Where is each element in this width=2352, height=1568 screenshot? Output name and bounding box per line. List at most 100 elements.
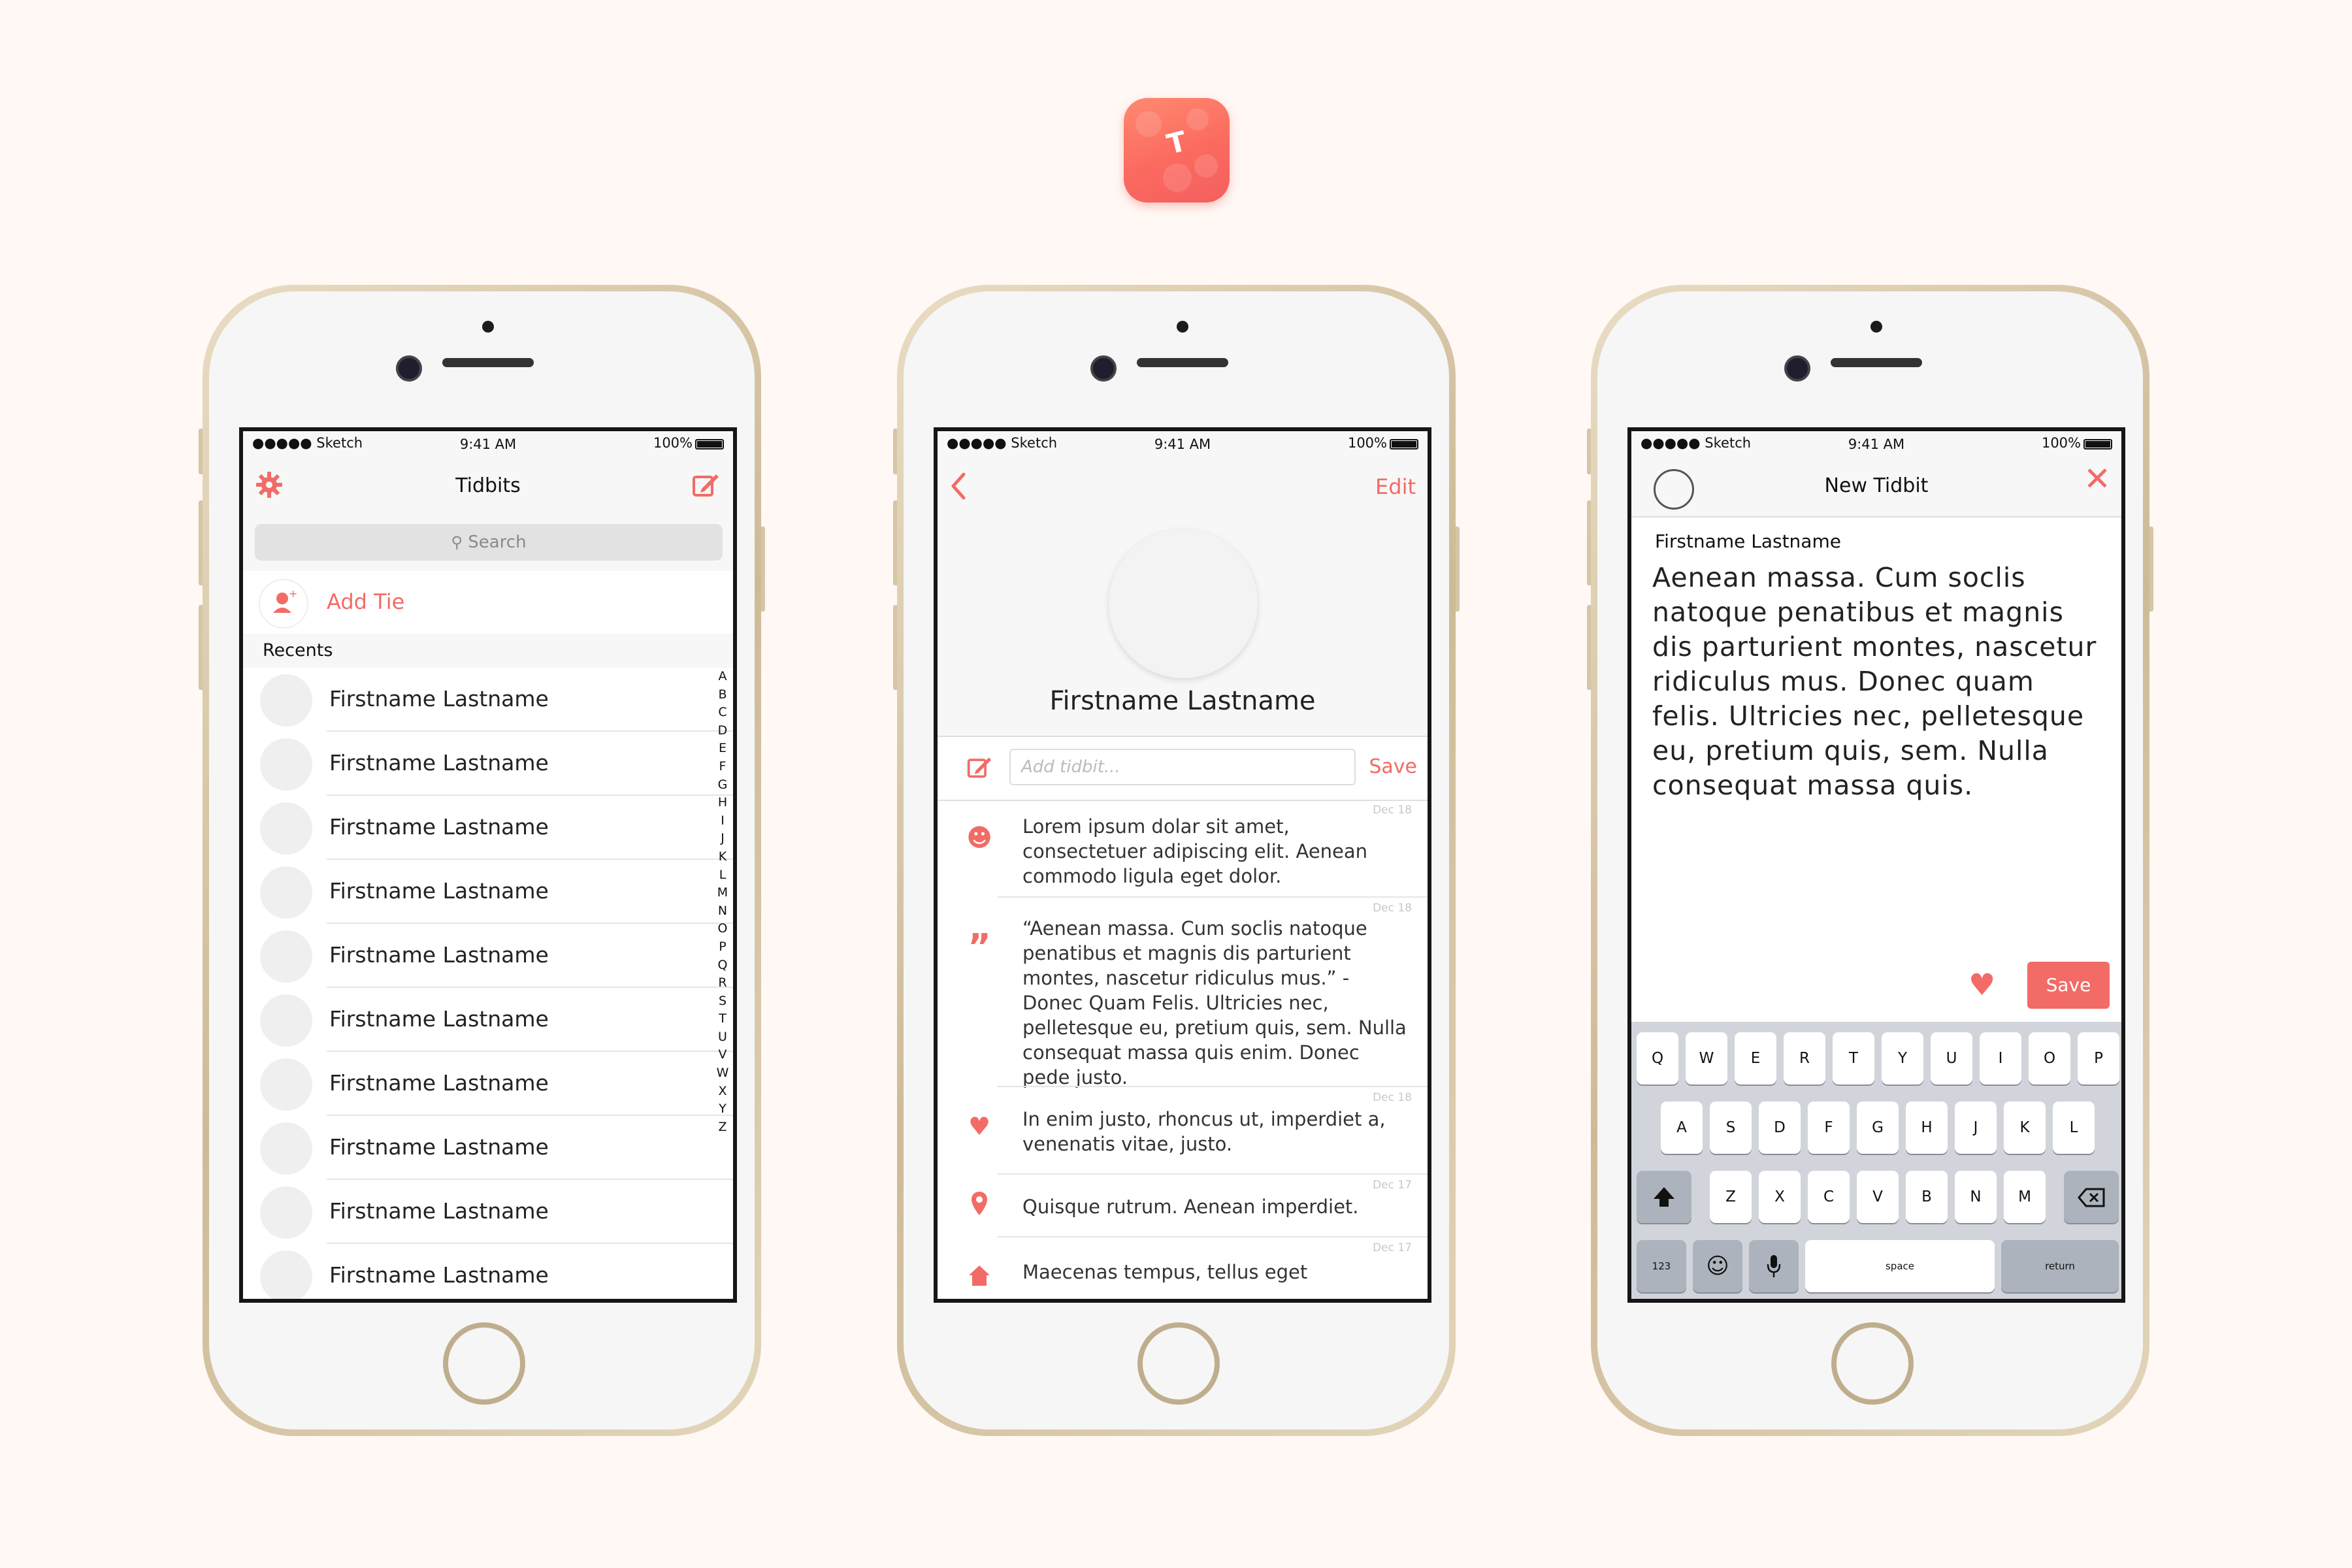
contact-row[interactable]: Firstname Lastname <box>243 860 733 924</box>
key[interactable]: J <box>1955 1102 1997 1154</box>
alphabet-letter[interactable]: C <box>716 704 729 722</box>
alphabet-letter[interactable]: V <box>716 1046 729 1064</box>
compose-icon[interactable] <box>691 470 720 499</box>
key[interactable]: H <box>1906 1102 1948 1154</box>
contact-row[interactable]: Firstname Lastname <box>243 732 733 796</box>
key[interactable]: V <box>1857 1171 1899 1223</box>
alphabet-letter[interactable]: N <box>716 902 729 921</box>
phone-face: ●●●●● Sketch 9:41 AM 100% Tidbits ⚲ Sear… <box>209 291 755 1429</box>
chevron-left-icon[interactable] <box>947 470 970 502</box>
alphabet-letter[interactable]: H <box>716 794 729 812</box>
contact-name: Firstname Lastname <box>329 686 549 711</box>
tidbit-text: “Aenean massa. Cum soclis natoque penati… <box>1022 917 1407 1088</box>
emoji-key[interactable]: ☺ <box>1693 1240 1742 1292</box>
key[interactable]: M <box>2004 1171 2046 1223</box>
home-button[interactable] <box>1831 1322 1914 1405</box>
alphabet-letter[interactable]: K <box>716 848 729 866</box>
alphabet-letter[interactable]: A <box>716 668 729 686</box>
contact-name: Firstname Lastname <box>329 1070 549 1096</box>
home-button[interactable] <box>1137 1322 1220 1405</box>
key[interactable]: I <box>1980 1032 2021 1085</box>
alphabet-letter[interactable]: Y <box>716 1100 729 1119</box>
alphabet-letter[interactable]: R <box>716 974 729 992</box>
alphabet-letter[interactable]: D <box>716 722 729 740</box>
tidbit-item[interactable]: ☻ Dec 18 Lorem ipsum dolar sit amet, con… <box>938 800 1428 898</box>
edit-button[interactable]: Edit <box>1375 474 1416 499</box>
add-tie-row[interactable]: + Add Tie <box>243 571 733 634</box>
earpiece-speaker <box>1137 358 1228 367</box>
alphabet-letter[interactable]: J <box>716 830 729 848</box>
alphabet-index[interactable]: ABCDEFGHIJKLMNOPQRSTUVWXYZ <box>716 668 729 1136</box>
key[interactable]: G <box>1857 1102 1899 1154</box>
tidbit-item[interactable]: ” Dec 18 “Aenean massa. Cum soclis natoq… <box>938 898 1428 1088</box>
alphabet-letter[interactable]: M <box>716 884 729 902</box>
key[interactable]: W <box>1686 1032 1727 1085</box>
tidbit-item[interactable]: Dec 17 Quisque rutrum. Aenean imperdiet. <box>938 1175 1428 1237</box>
contact-row[interactable]: Firstname Lastname <box>243 796 733 860</box>
key[interactable]: F <box>1808 1102 1850 1154</box>
key[interactable]: R <box>1784 1032 1825 1085</box>
home-button[interactable] <box>443 1322 525 1405</box>
return-key[interactable]: return <box>2001 1240 2119 1292</box>
contact-row[interactable]: Firstname Lastname <box>243 1052 733 1116</box>
alphabet-letter[interactable]: W <box>716 1064 729 1083</box>
tidbit-item[interactable]: ♥ Dec 18 In enim justo, rhoncus ut, impe… <box>938 1087 1428 1175</box>
contact-row[interactable]: Firstname Lastname <box>243 1180 733 1244</box>
key[interactable]: P <box>2078 1032 2119 1085</box>
contact-name: Firstname Lastname <box>329 1198 549 1224</box>
key[interactable]: D <box>1759 1102 1801 1154</box>
delete-key[interactable] <box>2064 1171 2119 1223</box>
space-key[interactable]: space <box>1805 1240 1995 1292</box>
alphabet-letter[interactable]: I <box>716 812 729 830</box>
alphabet-letter[interactable]: O <box>716 920 729 938</box>
contact-row[interactable]: Firstname Lastname <box>243 1244 733 1299</box>
save-button[interactable]: Save <box>2027 962 2110 1009</box>
key[interactable]: Q <box>1637 1032 1678 1085</box>
tidbit-body-input[interactable]: Aenean massa. Cum soclis natoque penatib… <box>1652 561 2103 803</box>
key[interactable]: T <box>1833 1032 1874 1085</box>
search-bar[interactable]: ⚲ Search <box>255 524 723 561</box>
numbers-key[interactable]: 123 <box>1637 1240 1686 1292</box>
contact-row[interactable]: Firstname Lastname <box>243 988 733 1052</box>
alphabet-letter[interactable]: B <box>716 686 729 704</box>
key[interactable]: X <box>1759 1171 1801 1223</box>
alphabet-letter[interactable]: F <box>716 758 729 776</box>
key[interactable]: E <box>1735 1032 1776 1085</box>
close-icon[interactable]: ✕ <box>2083 460 2111 498</box>
key[interactable]: L <box>2053 1102 2095 1154</box>
shift-icon <box>1654 1186 1674 1207</box>
alphabet-letter[interactable]: E <box>716 740 729 758</box>
alphabet-letter[interactable]: X <box>716 1083 729 1101</box>
add-tidbit-row: Add tidbit... Save <box>938 736 1428 801</box>
shift-key[interactable] <box>1637 1171 1691 1223</box>
alphabet-letter[interactable]: T <box>716 1010 729 1028</box>
key[interactable]: B <box>1906 1171 1948 1223</box>
heart-icon[interactable]: ♥ <box>1968 967 1995 1002</box>
alphabet-letter[interactable]: S <box>716 992 729 1011</box>
key[interactable]: C <box>1808 1171 1850 1223</box>
key[interactable]: K <box>2004 1102 2046 1154</box>
microphone-key[interactable] <box>1749 1240 1799 1292</box>
alphabet-letter[interactable]: G <box>716 776 729 794</box>
save-button[interactable]: Save <box>1369 755 1417 778</box>
front-camera <box>1784 355 1810 382</box>
key[interactable]: Y <box>1882 1032 1923 1085</box>
alphabet-letter[interactable]: Z <box>716 1119 729 1137</box>
alphabet-letter[interactable]: L <box>716 866 729 885</box>
alphabet-letter[interactable]: P <box>716 938 729 956</box>
contact-row[interactable]: Firstname Lastname <box>243 1116 733 1180</box>
key[interactable]: O <box>2029 1032 2070 1085</box>
alphabet-letter[interactable]: Q <box>716 956 729 975</box>
key[interactable]: N <box>1955 1171 1997 1223</box>
add-tidbit-input[interactable]: Add tidbit... <box>1009 749 1356 785</box>
tidbit-date: Dec 17 <box>1373 1179 1412 1192</box>
alphabet-letter[interactable]: U <box>716 1028 729 1047</box>
contact-row[interactable]: Firstname Lastname <box>243 924 733 988</box>
add-person-icon: + <box>259 579 308 629</box>
key[interactable]: S <box>1710 1102 1752 1154</box>
tidbit-item[interactable]: Dec 17 Maecenas tempus, tellus eget <box>938 1237 1428 1299</box>
key[interactable]: U <box>1931 1032 1972 1085</box>
key[interactable]: A <box>1661 1102 1703 1154</box>
contact-row[interactable]: Firstname Lastname <box>243 668 733 732</box>
key[interactable]: Z <box>1710 1171 1752 1223</box>
